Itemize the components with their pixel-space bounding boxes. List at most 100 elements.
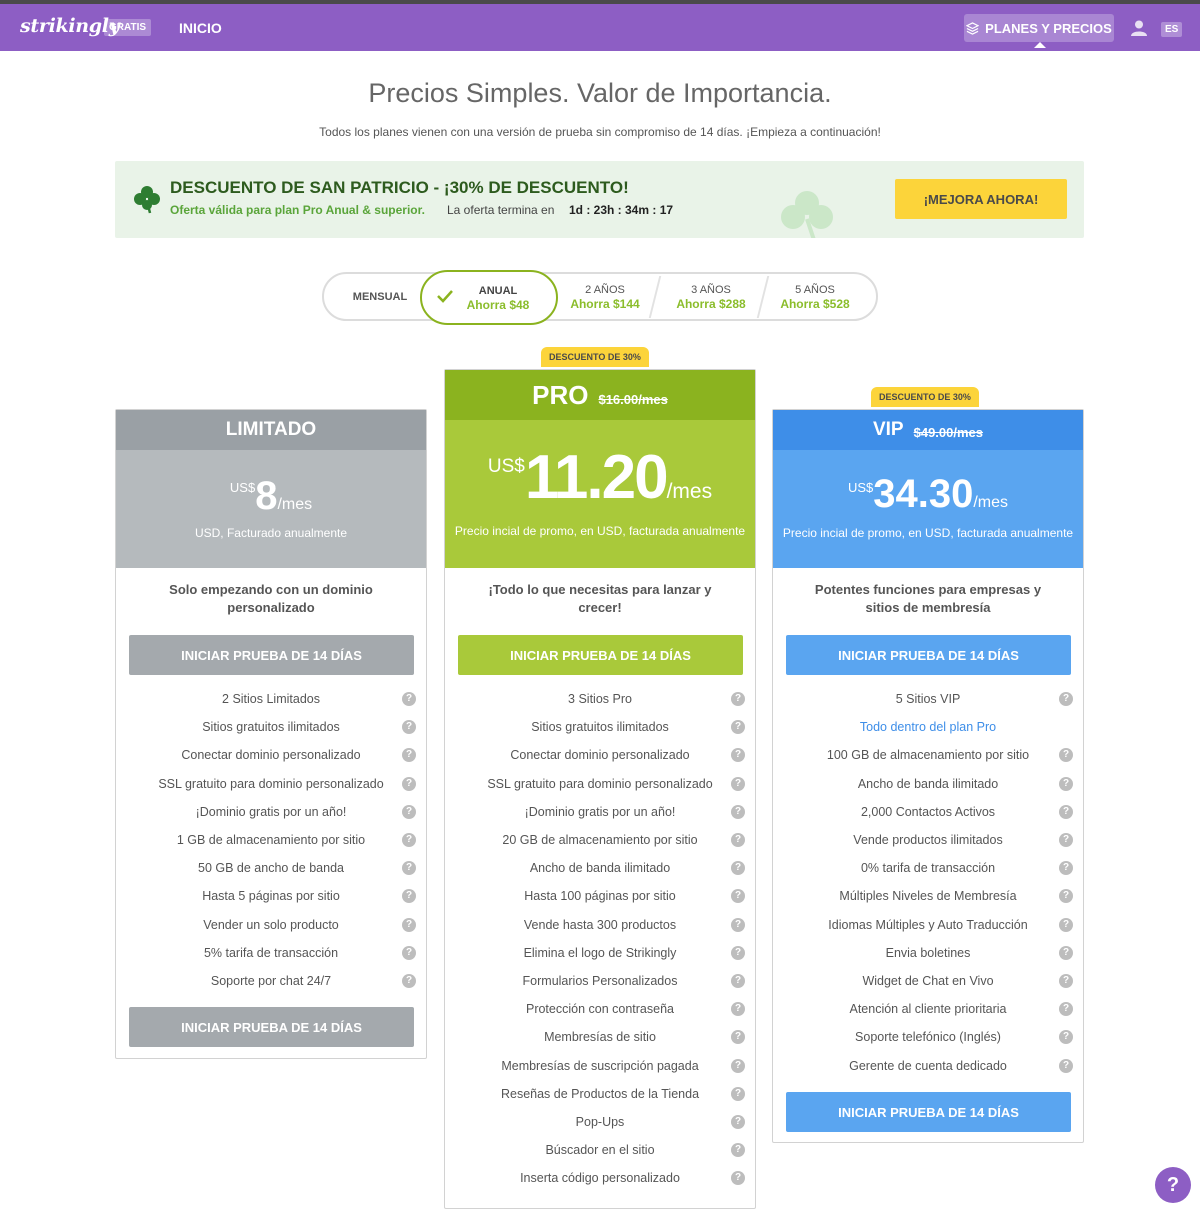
feature-label: Todo dentro del plan Pro [859,720,997,735]
help-icon[interactable]: ? [1059,776,1073,791]
plan-feature: SSL gratuito para dominio personalizado? [116,774,426,794]
plan-header: PRO $16.00/mes [445,370,755,420]
period-monthly-label: MENSUAL [352,290,408,303]
feature-label: Sitios gratuitos ilimitados [531,720,669,735]
help-icon[interactable]: ? [1059,804,1073,819]
feature-label: SSL gratuito para dominio personalizado [158,776,384,791]
help-icon[interactable]: ? [1059,861,1073,876]
feature-label: Conectar dominio personalizado [181,748,361,763]
help-icon[interactable]: ? [402,720,416,735]
check-icon [437,290,453,303]
help-icon[interactable]: ? [402,748,416,763]
active-nav-caret [1034,42,1046,48]
plan-feature: Idiomas Múltiples y Auto Traducción? [773,915,1083,935]
help-icon[interactable]: ? [731,1086,745,1101]
help-icon[interactable]: ? [402,776,416,791]
price-unit: /mes [277,496,313,513]
plan-feature: Atención al cliente prioritaria? [773,999,1083,1019]
plan-feature: Vender un solo producto? [116,915,426,935]
period-5-years[interactable]: 5 AÑOS Ahorra $528 [760,274,870,319]
feature-label: Reseñas de Productos de la Tienda [500,1086,700,1101]
promo-offer: Oferta válida para plan Pro Anual & supe… [170,203,425,217]
help-icon[interactable]: ? [402,804,416,819]
help-icon[interactable]: ? [731,1143,745,1158]
help-icon[interactable]: ? [1059,1002,1073,1017]
help-icon[interactable]: ? [402,917,416,932]
plan-feature: 100 GB de almacenamiento por sitio? [773,745,1083,765]
layers-icon [966,21,980,35]
plan-feature: Múltiples Niveles de Membresía? [773,886,1083,906]
help-icon[interactable]: ? [731,945,745,960]
help-icon[interactable]: ? [731,974,745,988]
start-trial-button[interactable]: INICIAR PRUEBA DE 14 DÍAS [786,635,1071,675]
help-icon[interactable]: ? [731,1030,745,1045]
plan-feature: Ancho de banda ilimitado? [773,774,1083,794]
help-icon[interactable]: ? [731,833,745,847]
plan-old-price: $16.00/mes [598,391,668,407]
feature-label: Ancho de banda ilimitado [857,776,999,791]
language-selector[interactable]: ES [1161,22,1183,37]
plan-feature: ¡Dominio gratis por un año!? [116,802,426,822]
plan-feature: SSL gratuito para dominio personalizado? [445,774,755,794]
start-trial-button[interactable]: INICIAR PRUEBA DE 14 DÍAS [129,635,414,675]
help-icon[interactable]: ? [731,692,745,706]
help-icon[interactable]: ? [1059,748,1073,763]
help-icon[interactable]: ? [731,917,745,932]
plan-feature: Widget de Chat en Vivo? [773,971,1083,991]
start-trial-button-bottom[interactable]: INICIAR PRUEBA DE 14 DÍAS [129,1007,414,1047]
feature-label: SSL gratuito para dominio personalizado [487,776,713,791]
help-icon[interactable]: ? [1059,833,1073,847]
help-icon[interactable]: ? [1059,974,1073,988]
start-trial-button[interactable]: INICIAR PRUEBA DE 14 DÍAS [458,635,743,675]
help-icon[interactable]: ? [402,833,416,847]
help-icon[interactable]: ? [1059,917,1073,932]
help-icon[interactable]: ? [731,1058,745,1073]
plan-price-block: US$34.30/mes Precio incial de promo, en … [773,450,1083,568]
period-monthly[interactable]: MENSUAL [334,274,426,319]
promo-headline: DESCUENTO DE SAN PATRICIO - ¡30% DE DESC… [170,178,629,197]
plans-pricing-button[interactable]: PLANES Y PRECIOS [964,14,1114,42]
page-subtitle: Todos los planes vienen con una versión … [319,125,881,139]
plan-feature: Búscador en el sitio? [445,1140,755,1160]
shamrock-icon [134,186,160,214]
help-icon[interactable]: ? [731,1171,745,1186]
help-icon[interactable]: ? [731,1002,745,1017]
period-label: 5 AÑOS [795,283,835,296]
plan-feature: Todo dentro del plan Pro [773,717,1083,737]
help-icon[interactable]: ? [731,748,745,763]
feature-label: Pop-Ups [575,1115,625,1129]
help-icon[interactable]: ? [402,945,416,960]
upgrade-now-button[interactable]: ¡MEJORA AHORA! [895,179,1067,219]
help-icon[interactable]: ? [402,889,416,904]
period-3-years[interactable]: 3 AÑOS Ahorra $288 [656,274,766,319]
help-icon[interactable]: ? [731,861,745,876]
nav-home-link[interactable]: INICIO [179,20,222,36]
plan-feature: Conectar dominio personalizado? [116,745,426,765]
user-icon[interactable] [1130,19,1148,37]
help-icon[interactable]: ? [402,974,416,988]
help-icon[interactable]: ? [1059,1058,1073,1073]
help-icon[interactable]: ? [402,861,416,876]
help-icon[interactable]: ? [1059,692,1073,706]
help-icon[interactable]: ? [731,804,745,819]
plan-feature: Vende productos ilimitados? [773,830,1083,850]
help-icon[interactable]: ? [731,889,745,904]
discount-badge: DESCUENTO DE 30% [871,387,979,407]
period-annual[interactable]: ANUAL Ahorra $48 [420,270,558,325]
help-icon[interactable]: ? [731,776,745,791]
feature-label: ¡Dominio gratis por un año! [195,804,347,819]
help-icon[interactable]: ? [1059,1030,1073,1045]
plan-name: VIP [872,419,904,440]
plan-card-pro: PRO $16.00/mes US$11.20/mes Precio incia… [444,369,756,1209]
feature-label: Gerente de cuenta dedicado [849,1058,1007,1073]
help-icon[interactable]: ? [1059,889,1073,904]
feature-label: 2,000 Contactos Activos [860,804,996,819]
plan-feature: Inserta código personalizado? [445,1168,755,1188]
start-trial-button-bottom[interactable]: INICIAR PRUEBA DE 14 DÍAS [786,1092,1071,1132]
help-icon[interactable]: ? [1059,945,1073,960]
help-icon[interactable]: ? [731,1115,745,1129]
help-icon[interactable]: ? [402,692,416,706]
period-2-years[interactable]: 2 AÑOS Ahorra $144 [550,274,660,319]
feature-label: 5% tarifa de transacción [203,945,339,960]
help-icon[interactable]: ? [731,720,745,735]
